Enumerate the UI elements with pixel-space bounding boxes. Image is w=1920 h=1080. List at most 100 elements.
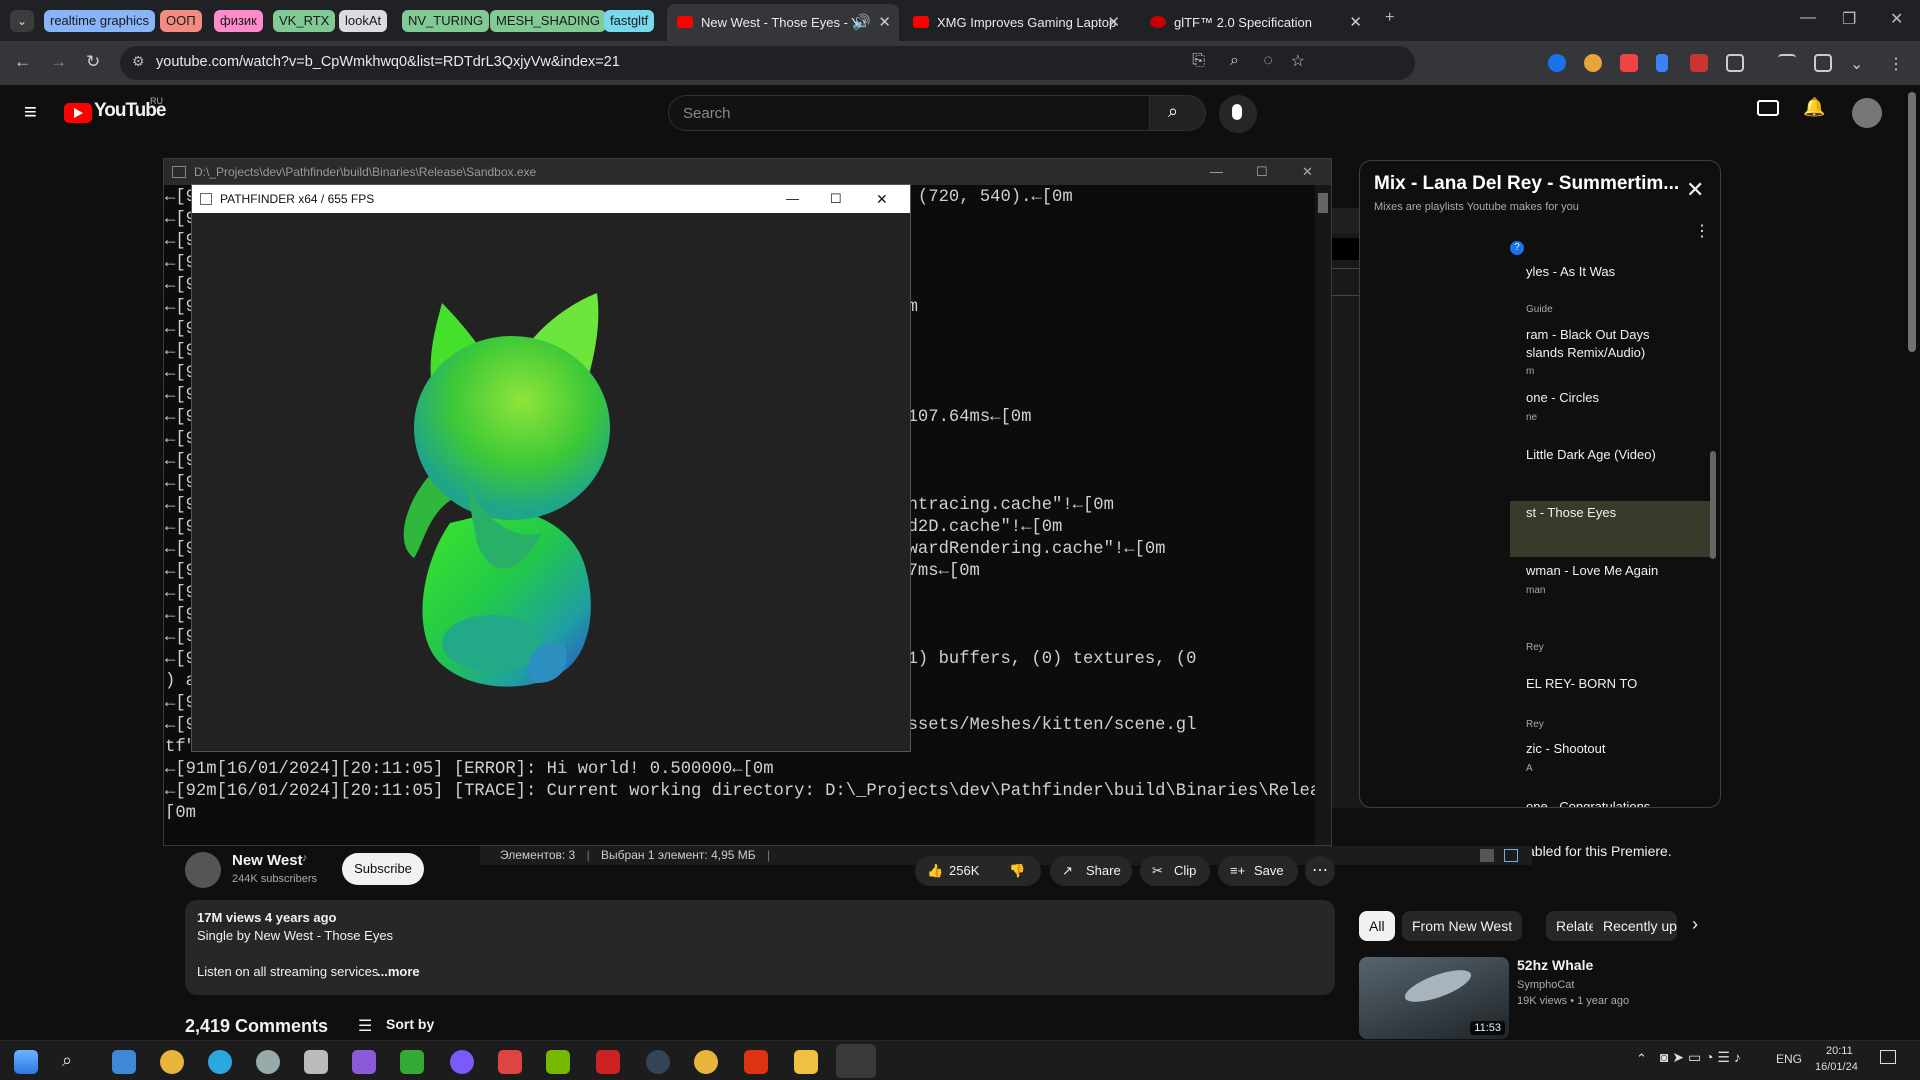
notifications-icon[interactable] (1880, 1050, 1896, 1064)
clock-date[interactable]: 16/01/24 (1815, 1061, 1858, 1073)
playlist-item[interactable]: ram - Black Out Days (1526, 327, 1650, 342)
avatar[interactable] (1852, 98, 1882, 128)
playlist-item[interactable]: yles - As It Was (1526, 264, 1615, 279)
create-icon[interactable] (1757, 100, 1779, 116)
app-icon[interactable] (596, 1050, 620, 1074)
bookmark-group[interactable]: fastgltf (604, 10, 655, 32)
github-icon[interactable] (450, 1050, 474, 1074)
notification-bell-icon[interactable]: 🔔 (1803, 97, 1825, 118)
minimize-icon[interactable]: — (1210, 159, 1223, 185)
close-icon[interactable]: ✕ (1349, 4, 1362, 41)
url-text[interactable]: youtube.com/watch?v=b_CpWmkhwq0&list=RDT… (156, 54, 620, 70)
restore-icon[interactable]: ❐ (1842, 9, 1856, 29)
forward-icon[interactable]: → (50, 52, 67, 72)
minimize-icon[interactable]: — (1800, 9, 1816, 27)
playlist-item[interactable]: one - Congratulations (1526, 799, 1650, 807)
app-icon[interactable] (208, 1050, 232, 1074)
tab-gltf[interactable]: glTF™ 2.0 Specification ✕ (1140, 4, 1370, 41)
extension-icon[interactable] (1548, 54, 1566, 72)
video-channel[interactable]: SymphoCat (1517, 979, 1574, 991)
folder-icon[interactable] (794, 1050, 818, 1074)
speaker-icon[interactable]: 🔊 (852, 4, 871, 41)
search-button[interactable]: ⌕ (1150, 95, 1206, 131)
pathfinder-titlebar[interactable]: PATHFINDER x64 / 655 FPS — ☐ ✕ (192, 185, 910, 213)
chip-from-channel[interactable]: From New West (1402, 911, 1523, 941)
share-button[interactable]: ↗ Share (1050, 856, 1132, 886)
close-icon[interactable]: ✕ (1686, 177, 1704, 203)
media-icon[interactable] (1778, 54, 1796, 72)
windows-start-icon[interactable] (14, 1050, 38, 1074)
nvidia-icon[interactable] (546, 1050, 570, 1074)
extension-icon[interactable] (1620, 54, 1638, 72)
search-input[interactable]: Search (668, 95, 1150, 131)
chrome-icon[interactable] (160, 1050, 184, 1074)
kitten-render-viewport[interactable] (192, 213, 910, 751)
description-box[interactable]: 17M views 4 years ago Single by New West… (185, 900, 1335, 995)
video-title[interactable]: 52hz Whale (1517, 957, 1593, 973)
star-icon[interactable]: ☆ (1291, 51, 1305, 71)
extensions-puzzle-icon[interactable] (1726, 54, 1744, 72)
playlist-scrollbar[interactable] (1710, 451, 1716, 559)
tiles-view-icon[interactable] (1504, 849, 1518, 862)
tab-youtube-active[interactable]: New West - Those Eyes - Yo 🔊 ✕ (667, 4, 899, 41)
bookmark-group[interactable]: MESH_SHADING (490, 10, 607, 32)
close-icon[interactable]: ✕ (878, 4, 891, 41)
channel-name[interactable]: New West (232, 852, 303, 869)
extension-icon[interactable] (1584, 54, 1602, 72)
playlist-item-current[interactable]: st - Those Eyes (1526, 505, 1616, 520)
active-app-icon[interactable] (836, 1044, 876, 1078)
language-indicator[interactable]: ENG (1776, 1052, 1802, 1066)
playlist-item[interactable]: Little Dark Age (Video) (1526, 447, 1656, 462)
bookmark-group[interactable]: lookAt (339, 10, 388, 32)
chevron-down-icon[interactable]: ⌄ (1850, 54, 1868, 73)
app-icon[interactable] (256, 1050, 280, 1074)
maximize-icon[interactable]: ☐ (830, 185, 842, 213)
visual-studio-icon[interactable] (352, 1050, 376, 1074)
like-dislike-group[interactable]: 👍 256K 👎 (915, 856, 1041, 886)
console-titlebar[interactable]: D:\_Projects\dev\Pathfinder\build\Binari… (164, 159, 1331, 185)
new-tab-icon[interactable]: + (1385, 9, 1394, 27)
search-icon[interactable]: ⌕ (62, 1050, 86, 1074)
tray-icons[interactable]: ◙ ➤ ▭ ◔ ☰ ♪ (1660, 1049, 1741, 1066)
console-scrollbar[interactable] (1315, 185, 1331, 845)
playlist-item[interactable]: slands Remix/Audio) (1526, 345, 1645, 360)
bookmark-group[interactable]: физик (214, 10, 263, 32)
bookmark-group[interactable]: VK_RTX (273, 10, 336, 32)
zoom-icon[interactable]: ⌕ (1230, 52, 1239, 70)
menu-dots-icon[interactable]: ⋮ (1694, 221, 1710, 241)
chevron-right-icon[interactable]: › (1692, 914, 1698, 935)
tab-xmg[interactable]: XMG Improves Gaming Laptop ✕ (903, 4, 1128, 41)
minimize-icon[interactable]: — (786, 185, 799, 213)
extension-icon[interactable] (1656, 54, 1668, 72)
voice-search-button[interactable] (1219, 95, 1257, 133)
install-icon[interactable]: ⎘ (1192, 52, 1205, 70)
close-icon[interactable]: ✕ (1302, 159, 1313, 185)
extension-icon[interactable] (1690, 54, 1708, 72)
sort-icon[interactable]: ☰ (358, 1016, 372, 1036)
more-actions-icon[interactable]: ⋯ (1305, 856, 1335, 886)
sidepanel-icon[interactable] (1814, 54, 1832, 72)
save-button[interactable]: ≡+ Save (1218, 856, 1298, 886)
close-window-icon[interactable]: ✕ (1890, 9, 1903, 29)
playlist-item[interactable]: zic - Shootout (1526, 741, 1606, 756)
video-thumbnail[interactable]: 11:53 (1359, 957, 1509, 1039)
playlist-title[interactable]: Mix - Lana Del Rey - Summertim... (1374, 173, 1679, 195)
clip-button[interactable]: ✂ Clip (1140, 856, 1210, 886)
subscribe-button[interactable]: Subscribe (342, 853, 424, 885)
hamburger-icon[interactable]: ≡ (24, 99, 37, 125)
app-icon[interactable] (400, 1050, 424, 1074)
restore-icon[interactable]: ☐ (1256, 159, 1268, 185)
close-icon[interactable]: ✕ (876, 185, 888, 213)
back-icon[interactable]: ← (14, 52, 31, 72)
details-view-icon[interactable] (1480, 849, 1494, 862)
bookmark-group[interactable]: NV_TURING (402, 10, 490, 32)
thumbs-down-icon[interactable]: 👎 (1009, 856, 1025, 886)
help-icon[interactable]: ? (1510, 241, 1524, 255)
reload-icon[interactable]: ↻ (86, 52, 100, 72)
site-info-icon[interactable]: ⚙ (132, 53, 145, 70)
eye-off-icon[interactable]: ◌ (1263, 52, 1273, 70)
page-scrollbar[interactable] (1908, 92, 1916, 352)
app-icon[interactable] (646, 1050, 670, 1074)
tab-list-button[interactable]: ⌄ (10, 10, 34, 32)
playlist-item[interactable]: one - Circles (1526, 390, 1599, 405)
